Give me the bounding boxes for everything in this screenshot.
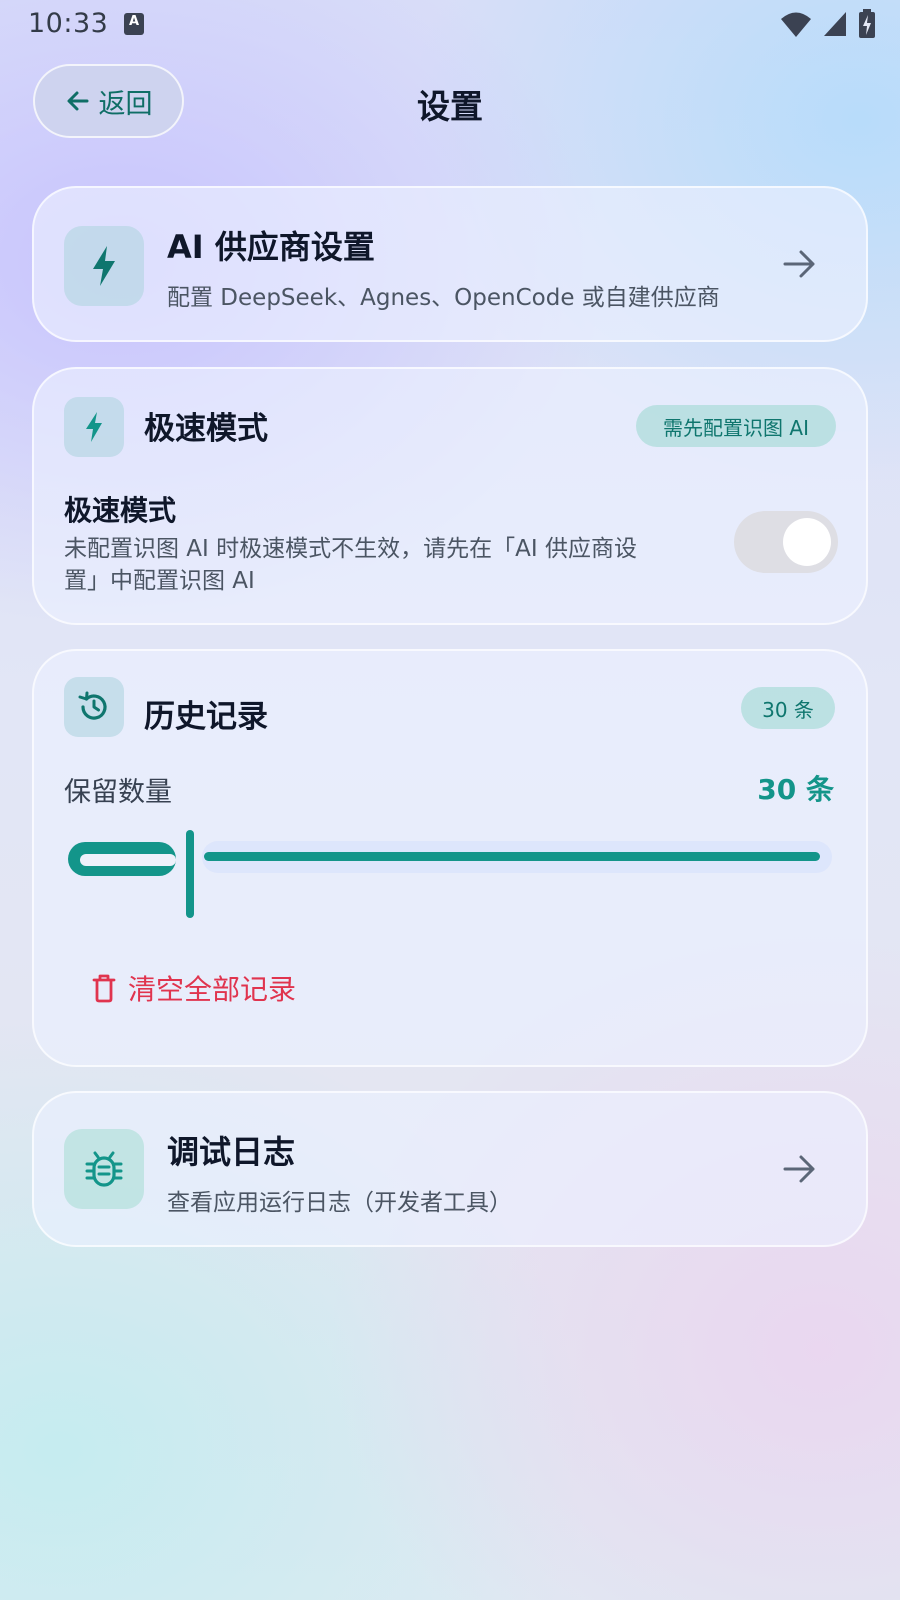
bug-icon	[85, 1151, 123, 1187]
speed-mode-description-line2: 置」中配置识图 AI	[64, 568, 255, 594]
history-icon-box	[64, 677, 124, 737]
slider-thumb[interactable]	[186, 830, 194, 918]
speed-mode-setting-label: 极速模式	[64, 494, 177, 527]
speed-mode-badge: 需先配置识图 AI	[636, 405, 836, 447]
retain-count-value: 30 条	[757, 773, 834, 806]
debug-log-icon-box	[64, 1129, 144, 1209]
status-icons	[780, 9, 876, 39]
ai-provider-subtitle: 配置 DeepSeek、Agnes、OpenCode 或自建供应商	[167, 285, 720, 311]
status-bar: 10:33 A	[0, 0, 900, 48]
lightning-icon	[86, 412, 102, 442]
slider-active-track-inner	[80, 854, 176, 866]
ai-provider-icon-box	[64, 226, 144, 306]
battery-charging-icon	[859, 9, 875, 38]
page-title: 设置	[417, 87, 483, 126]
ai-provider-card[interactable]: AI 供应商设置 配置 DeepSeek、Agnes、OpenCode 或自建供…	[32, 186, 868, 342]
speed-mode-toggle-knob	[783, 518, 831, 566]
clear-all-history-label: 清空全部记录	[128, 973, 297, 1006]
slider-inactive-line	[204, 852, 820, 861]
trash-icon	[92, 974, 116, 1003]
clear-all-history-button[interactable]: 清空全部记录	[90, 968, 296, 1008]
ai-provider-title: AI 供应商设置	[167, 228, 375, 266]
speed-mode-icon-box	[64, 397, 124, 457]
text-notification-icon: A	[124, 13, 144, 35]
speed-mode-toggle[interactable]	[734, 511, 838, 573]
status-time: 10:33	[28, 8, 109, 39]
arrow-right-icon[interactable]	[780, 1149, 820, 1189]
retain-count-label: 保留数量	[64, 777, 172, 808]
history-badge: 30 条	[741, 687, 835, 729]
debug-log-title: 调试日志	[167, 1133, 296, 1171]
signal-icon	[824, 12, 846, 36]
wifi-icon	[781, 12, 811, 37]
speed-mode-description: 未配置识图 AI 时极速模式不生效，请先在「AI 供应商设 置」中配置识图 AI	[64, 533, 684, 597]
debug-log-subtitle: 查看应用运行日志（开发者工具）	[167, 1190, 512, 1216]
history-clock-icon	[78, 691, 107, 720]
arrow-right-icon[interactable]	[780, 244, 820, 284]
debug-log-card[interactable]: 调试日志 查看应用运行日志（开发者工具）	[32, 1091, 868, 1247]
speed-mode-title: 极速模式	[144, 411, 268, 447]
speed-mode-description-line1: 未配置识图 AI 时极速模式不生效，请先在「AI 供应商设	[64, 536, 637, 562]
lightning-icon	[93, 246, 115, 286]
speed-mode-card: 极速模式 需先配置识图 AI 极速模式 未配置识图 AI 时极速模式不生效，请先…	[32, 367, 868, 625]
history-title: 历史记录	[144, 699, 268, 735]
